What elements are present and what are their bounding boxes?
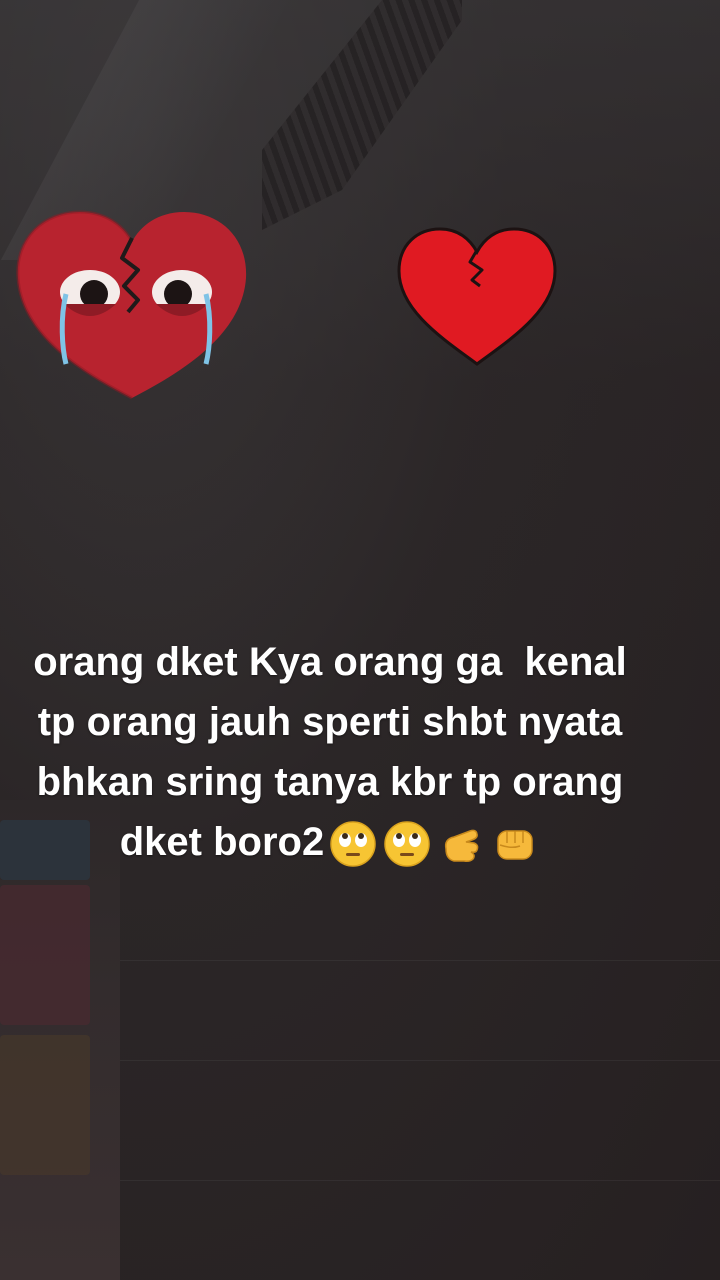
wall-line [120, 1060, 720, 1061]
storage-bin [0, 1035, 90, 1175]
wall-line [120, 960, 720, 961]
rolling-eyes-icon [384, 821, 430, 868]
caption-line-4: dket boro2 [0, 812, 660, 872]
crying-broken-heart-sticker [16, 210, 247, 400]
storage-bin [0, 885, 90, 1025]
caption-line-3: bhkan sring tanya kbr tp orang [36, 760, 624, 804]
caption-text: orang dket Kya orang ga kenal tp orang j… [0, 632, 660, 872]
fist-icon [497, 830, 533, 861]
rolling-eyes-icon [330, 821, 376, 868]
pointing-hand-icon [445, 830, 479, 863]
caption-line-4-text: dket boro2 [119, 820, 325, 864]
broken-heart-sticker [397, 227, 557, 366]
wall-line [120, 1180, 720, 1181]
caption-line-1: orang dket Kya orang ga kenal [33, 640, 627, 684]
caption-line-2: tp orang jauh sperti shbt nyata [37, 700, 623, 744]
